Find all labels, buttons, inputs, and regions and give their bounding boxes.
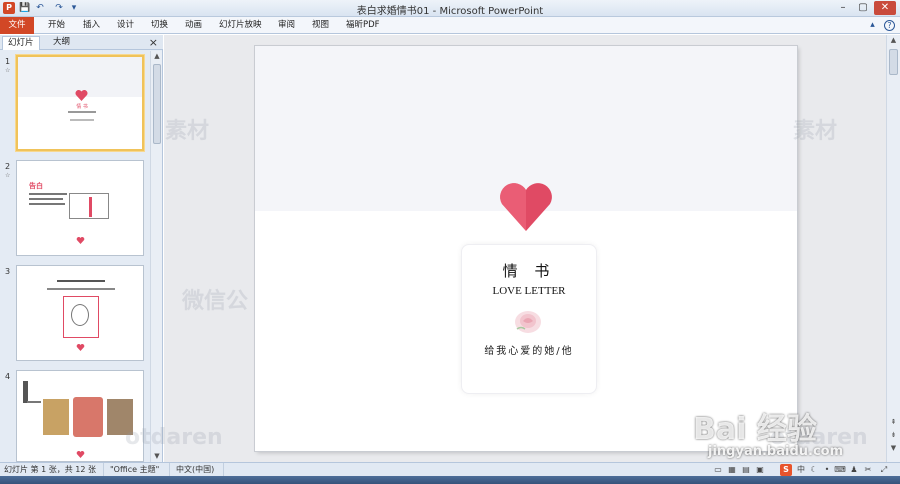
heart-icon [76,451,85,458]
slide-count-status: 幻灯片 第 1 张，共 12 张 [0,463,104,477]
tab-animations[interactable]: 动画 [183,18,204,33]
tab-transitions[interactable]: 切换 [149,18,170,33]
transition-icon: ☆ [5,67,11,74]
thumb-line [27,401,41,403]
slide-number: 4 [5,372,11,381]
slideshow-icon[interactable]: ▣ [754,464,766,476]
ime-chinese-icon[interactable]: 中 [795,464,807,476]
thumb-photo-2 [73,397,103,437]
pane-tabs: 幻灯片 大纲 × [0,35,163,50]
thumb-portrait [71,304,89,326]
scrollbar-thumb[interactable] [153,64,161,144]
thumb-bar [89,197,92,217]
tab-file[interactable]: 文件 [0,17,34,34]
tab-slideshow[interactable]: 幻灯片放映 [217,18,264,33]
tab-outline[interactable]: 大纲 [48,36,75,50]
ime-keyboard-icon[interactable]: ⌨ [834,464,846,476]
slides-pane: 幻灯片 大纲 × 1 ☆ 情 书 2 ☆ 告白 3 4 ▲ ▼ [0,35,163,462]
tab-home[interactable]: 开始 [46,18,67,33]
thumb-line [57,280,105,282]
ribbon-tab-bar: 文件 开始 插入 设计 切换 动画 幻灯片放映 审阅 视图 福昕PDF ▴ ? [0,17,900,34]
heart-icon [500,183,552,231]
heart-icon [76,344,85,351]
scroll-up-icon[interactable]: ▲ [887,35,900,46]
slide-number: 3 [5,267,11,276]
maximize-button[interactable]: ▢ [852,1,874,15]
rose-icon [515,311,541,333]
tab-design[interactable]: 设计 [115,18,136,33]
slide-thumbnail-4[interactable] [16,370,144,462]
editor-scrollbar[interactable]: ▲ ⇞ ⇟ ▼ [886,35,900,462]
thumb-bar [23,381,28,403]
thumb-line [70,119,94,121]
thumb-line [47,288,115,290]
normal-view-icon[interactable]: ▭ [712,464,724,476]
window-title: 表白求婚情书01 - Microsoft PowerPoint [356,6,544,17]
slide-number: 1 [5,57,11,66]
slide-thumbnail-3[interactable] [16,265,144,361]
tab-insert[interactable]: 插入 [81,18,102,33]
status-bar: 幻灯片 第 1 张，共 12 张 "Office 主题" 中文(中国) ▭ ▦ … [0,462,900,477]
scroll-up-icon[interactable]: ▲ [151,51,163,62]
scrollbar-thumb[interactable] [889,49,898,75]
windows-taskbar [0,476,900,484]
tab-foxit-pdf[interactable]: 福昕PDF [344,18,382,33]
slide-canvas[interactable]: 情 书 LOVE LETTER 给我心爱的她/他 [255,46,797,451]
ime-tools-icon[interactable]: ✂ [862,464,874,476]
theme-status[interactable]: "Office 主题" [106,463,170,477]
transition-icon: ☆ [5,172,11,179]
ime-punct-icon[interactable]: • [821,464,833,476]
slide-editor: 情 书 LOVE LETTER 给我心爱的她/他 [164,35,886,462]
collapse-ribbon-icon[interactable]: ▴ [866,19,879,32]
tab-slides[interactable]: 幻灯片 [2,36,40,50]
slide-title-english[interactable]: LOVE LETTER [461,285,597,297]
slides-pane-scrollbar[interactable]: ▲ ▼ [150,51,162,462]
thumb-line [29,193,67,195]
scroll-down-icon[interactable]: ▼ [151,451,163,462]
ime-sogou-icon[interactable]: S [780,464,792,476]
thumb-line [29,198,63,200]
slide-subtitle[interactable]: 给我心爱的她/他 [461,342,597,357]
thumb-photo-3 [107,399,133,435]
thumb-title: 告白 [29,182,43,190]
previous-slide-icon[interactable]: ⇞ [887,417,900,428]
fit-slide-icon[interactable]: ⤢ [878,464,890,476]
next-slide-icon[interactable]: ⇟ [887,430,900,441]
close-button[interactable]: ✕ [874,1,896,15]
close-pane-icon[interactable]: × [149,36,158,49]
heart-icon [75,90,88,101]
minimize-button[interactable]: – [832,1,854,15]
slide-sorter-icon[interactable]: ▦ [726,464,738,476]
slide-thumbnail-2[interactable]: 告白 [16,160,144,256]
thumb-photo-1 [43,399,69,435]
thumb-line [68,111,96,113]
help-icon[interactable]: ? [884,20,895,31]
reading-view-icon[interactable]: ▤ [740,464,752,476]
slide-title-chinese[interactable]: 情 书 [461,260,597,281]
ime-moon-icon[interactable]: ☾ [808,464,820,476]
powerpoint-window: P 💾 ↶ ↷ ▾ 表白求婚情书01 - Microsoft PowerPoin… [0,0,900,484]
ime-user-icon[interactable]: ♟ [848,464,860,476]
thumb-title: 情 书 [76,104,88,110]
tab-view[interactable]: 视图 [310,18,331,33]
language-status[interactable]: 中文(中国) [172,463,224,477]
heart-icon [76,237,85,244]
slide-number: 2 [5,162,11,171]
title-bar: P 💾 ↶ ↷ ▾ 表白求婚情书01 - Microsoft PowerPoin… [0,0,900,17]
slide-thumbnail-1[interactable]: 情 书 [16,55,144,151]
tab-review[interactable]: 审阅 [276,18,297,33]
scroll-down-icon[interactable]: ▼ [887,443,900,454]
thumb-line [29,203,65,205]
